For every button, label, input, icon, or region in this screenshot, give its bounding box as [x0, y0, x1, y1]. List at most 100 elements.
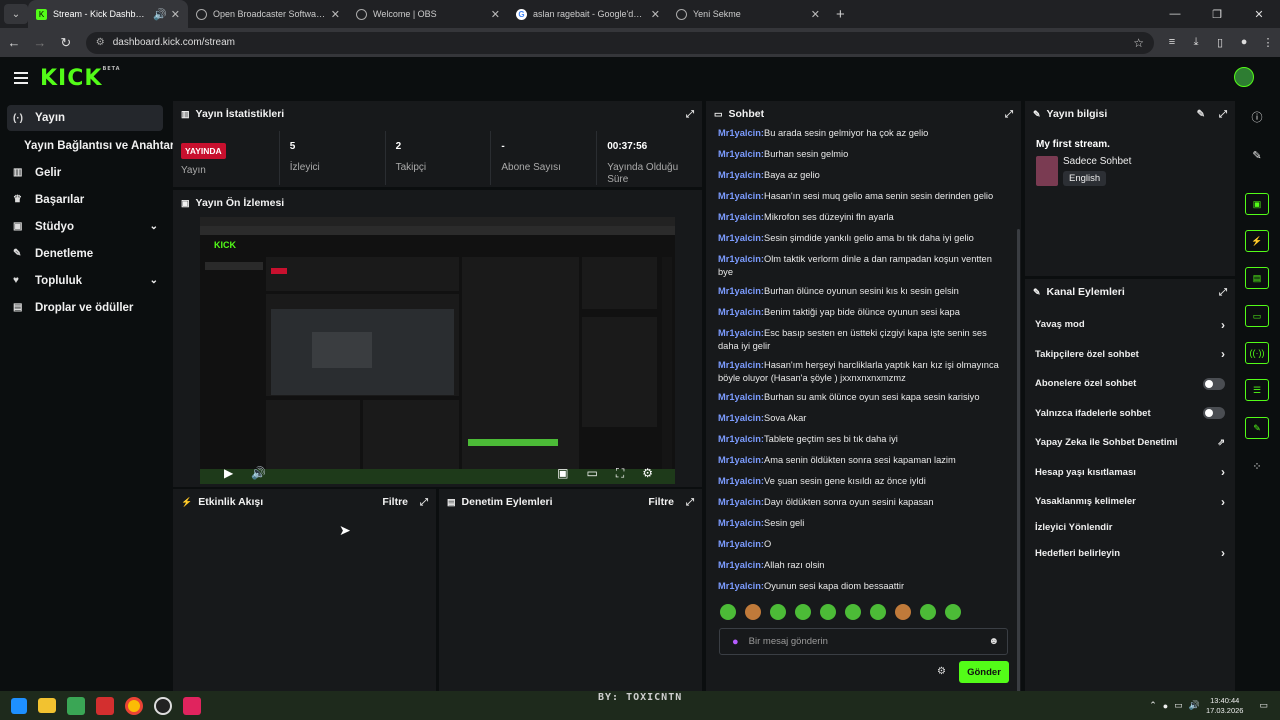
- filter-button[interactable]: Filtre: [382, 496, 408, 508]
- media-icon[interactable]: ≡: [1160, 36, 1184, 49]
- chat-username[interactable]: Mr1yalcin: [718, 307, 761, 317]
- edit-pencil-icon[interactable]: ✎: [1197, 109, 1205, 120]
- theatre-icon[interactable]: ▭: [586, 466, 597, 480]
- emote-icon[interactable]: [845, 604, 861, 620]
- audio-icon[interactable]: 🔊: [153, 8, 167, 21]
- close-window-icon[interactable]: ✕: [1238, 0, 1280, 28]
- url-bar[interactable]: ⚙ dashboard.kick.com/stream ☆: [85, 31, 1155, 54]
- close-tab-icon[interactable]: ✕: [811, 8, 820, 21]
- expand-icon[interactable]: ⤢: [1005, 109, 1013, 120]
- chat-username[interactable]: Mr1yalcin: [718, 581, 761, 591]
- emote-icon[interactable]: [820, 604, 836, 620]
- chat-username[interactable]: Mr1yalcin: [718, 328, 761, 338]
- chat-scrollbar[interactable]: [1017, 229, 1020, 699]
- action-followers-only[interactable]: Takipçilere özel sohbet ›: [1025, 340, 1235, 370]
- sidebar-item-stream-key[interactable]: Yayın Bağlantısı ve Anahtarı: [0, 132, 178, 159]
- emote-icon[interactable]: [945, 604, 961, 620]
- sidebar-item-drops[interactable]: ▤ Droplar ve ödüller: [0, 294, 170, 321]
- settings-icon[interactable]: ⚙: [642, 466, 653, 480]
- emote-icon[interactable]: [895, 604, 911, 620]
- wrench-icon[interactable]: ✎: [1245, 417, 1269, 439]
- sidebar-item-community[interactable]: ♥ Topluluk ⌄: [0, 267, 170, 294]
- chat-username[interactable]: Mr1yalcin: [718, 539, 761, 549]
- action-slow-mode[interactable]: Yavaş mod ›: [1025, 310, 1235, 340]
- expand-icon[interactable]: ⤢: [686, 497, 694, 508]
- minimize-icon[interactable]: —: [1154, 0, 1196, 28]
- download-icon[interactable]: ⤓: [1184, 36, 1208, 49]
- chat-input[interactable]: ● Bir mesaj gönderin ☻: [719, 628, 1008, 655]
- tab-new-tab[interactable]: Yeni Sekme ✕: [668, 0, 828, 28]
- filter-button[interactable]: Filtre: [648, 496, 674, 508]
- toggle-switch[interactable]: [1203, 377, 1225, 390]
- profile-icon[interactable]: ●: [1232, 36, 1256, 49]
- sidebar-item-revenue[interactable]: ▥ Gelir: [0, 159, 170, 186]
- chat-username[interactable]: Mr1yalcin: [718, 434, 761, 444]
- chat-username[interactable]: Mr1yalcin: [718, 476, 761, 486]
- send-button[interactable]: Gönder: [959, 661, 1009, 683]
- action-banned-words[interactable]: Yasaklanmış kelimeler ›: [1025, 487, 1235, 517]
- hamburger-menu-icon[interactable]: [14, 72, 28, 84]
- close-tab-icon[interactable]: ✕: [171, 8, 180, 21]
- chat-username[interactable]: Mr1yalcin: [718, 392, 761, 402]
- chat-username[interactable]: Mr1yalcin: [718, 170, 761, 180]
- chat-username[interactable]: Mr1yalcin: [718, 212, 761, 222]
- emoji-icon[interactable]: ☻: [988, 636, 999, 647]
- chat-username[interactable]: Mr1yalcin: [718, 286, 761, 296]
- reload-icon[interactable]: ↻: [54, 35, 78, 51]
- broadcast-icon[interactable]: ((·)): [1245, 342, 1269, 364]
- site-info-icon[interactable]: ⚙: [96, 37, 105, 48]
- app-icon[interactable]: [183, 696, 201, 715]
- play-icon[interactable]: ▶: [224, 466, 233, 480]
- tab-search-button[interactable]: ⌄: [4, 4, 28, 24]
- close-tab-icon[interactable]: ✕: [331, 8, 340, 21]
- action-raid[interactable]: İzleyici Yönlendir: [1025, 517, 1235, 539]
- maximize-icon[interactable]: ❐: [1196, 0, 1238, 28]
- close-tab-icon[interactable]: ✕: [491, 8, 500, 21]
- user-avatar[interactable]: [1234, 67, 1254, 87]
- expand-icon[interactable]: ⤢: [1219, 109, 1227, 120]
- action-goals[interactable]: Hedefleri belirleyin ›: [1025, 539, 1235, 569]
- file-explorer-icon[interactable]: [38, 698, 56, 713]
- chat-username[interactable]: Mr1yalcin: [718, 191, 761, 201]
- chat-username[interactable]: Mr1yalcin: [718, 128, 761, 138]
- layout-icon[interactable]: ☰: [1245, 379, 1269, 401]
- tab-obs[interactable]: Open Broadcaster Software | OBS ✕: [188, 0, 348, 28]
- tab-google-search[interactable]: G aslan ragebait - Google'da Ara ✕: [508, 0, 668, 28]
- app-icon[interactable]: [67, 696, 85, 715]
- chat-message-list[interactable]: Mr1yalcin:Bu arada sesin gelmiyor ha çok…: [706, 127, 1021, 601]
- microphone-icon[interactable]: ●: [1163, 701, 1168, 711]
- chat-settings-icon[interactable]: ⚙: [937, 666, 946, 677]
- expand-icon[interactable]: ⤢: [686, 109, 694, 120]
- bolt-icon[interactable]: ⚡: [1245, 230, 1269, 252]
- speaker-icon[interactable]: 🔊: [1189, 700, 1200, 711]
- widgets-icon[interactable]: ⁘: [1245, 455, 1269, 477]
- sidebar-item-achievements[interactable]: ♛ Başarılar: [0, 186, 170, 213]
- clip-icon[interactable]: ▣: [557, 466, 568, 480]
- microphone-icon[interactable]: ●: [732, 636, 739, 648]
- tab-obs-welcome[interactable]: Welcome | OBS ✕: [348, 0, 508, 28]
- chat-username[interactable]: Mr1yalcin: [718, 149, 761, 159]
- camera-icon[interactable]: ▣: [1245, 193, 1269, 215]
- chat-username[interactable]: Mr1yalcin: [718, 497, 761, 507]
- emote-icon[interactable]: [770, 604, 786, 620]
- sidebar-item-stream[interactable]: (·) Yayın: [7, 105, 163, 131]
- chat-username[interactable]: Mr1yalcin: [718, 560, 761, 570]
- app-icon[interactable]: [96, 696, 114, 715]
- close-tab-icon[interactable]: ✕: [651, 8, 660, 21]
- chat-username[interactable]: Mr1yalcin: [718, 360, 761, 370]
- emote-icon[interactable]: [795, 604, 811, 620]
- bookmark-star-icon[interactable]: ☆: [1133, 36, 1144, 50]
- action-account-age[interactable]: Hesap yaşı kısıtlaması ›: [1025, 458, 1235, 488]
- new-tab-icon[interactable]: +: [836, 6, 845, 23]
- sidebar-item-studio[interactable]: ▣ Stüdyo ⌄: [0, 213, 170, 240]
- notification-icon[interactable]: ▭: [1259, 700, 1268, 711]
- side-panel-icon[interactable]: ▯: [1208, 36, 1232, 49]
- expand-icon[interactable]: ⤢: [1219, 287, 1227, 298]
- kick-logo[interactable]: KICKBETA: [40, 66, 121, 91]
- clock[interactable]: 13:40:44 17.03.2026: [1206, 696, 1244, 716]
- document-icon[interactable]: ▤: [1245, 267, 1269, 289]
- emote-icon[interactable]: [720, 604, 736, 620]
- stream-preview-video[interactable]: KICK ▶ 🔊 ▣ ▭ ⛶ ⚙: [200, 217, 675, 484]
- fullscreen-icon[interactable]: ⛶: [616, 466, 624, 481]
- emote-icon[interactable]: [745, 604, 761, 620]
